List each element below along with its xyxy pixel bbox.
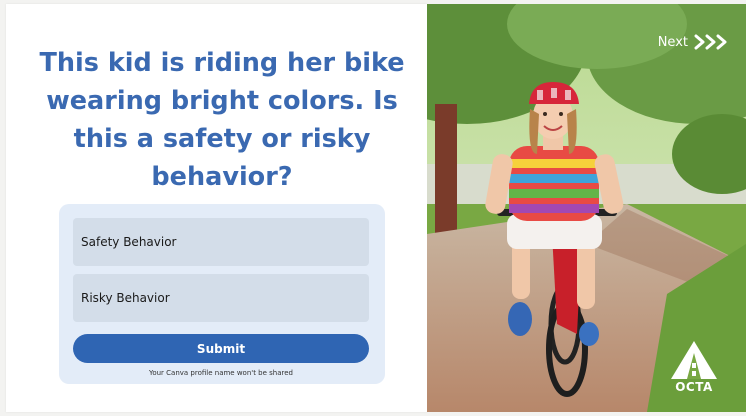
photo-panel: Next OCTA (427, 4, 746, 412)
option-risky-behavior[interactable]: Risky Behavior (73, 274, 369, 322)
question-heading: This kid is riding her bike wearing brig… (39, 48, 405, 192)
privacy-note: Your Canva profile name won't be shared (148, 369, 293, 377)
quiz-card: Safety Behavior Risky Behavior Submit Yo… (59, 204, 385, 384)
next-button[interactable]: Next (658, 34, 728, 50)
octa-logo-text: OCTA (675, 380, 713, 394)
triple-chevron-right-icon (694, 34, 727, 50)
next-label: Next (657, 34, 688, 50)
slide-frame: This kid is riding her bike wearing brig… (0, 0, 746, 416)
quiz-panel: This kid is riding her bike wearing brig… (6, 4, 427, 412)
submit-button[interactable]: Submit (73, 334, 369, 363)
option-safety-behavior[interactable]: Safety Behavior (73, 218, 369, 266)
